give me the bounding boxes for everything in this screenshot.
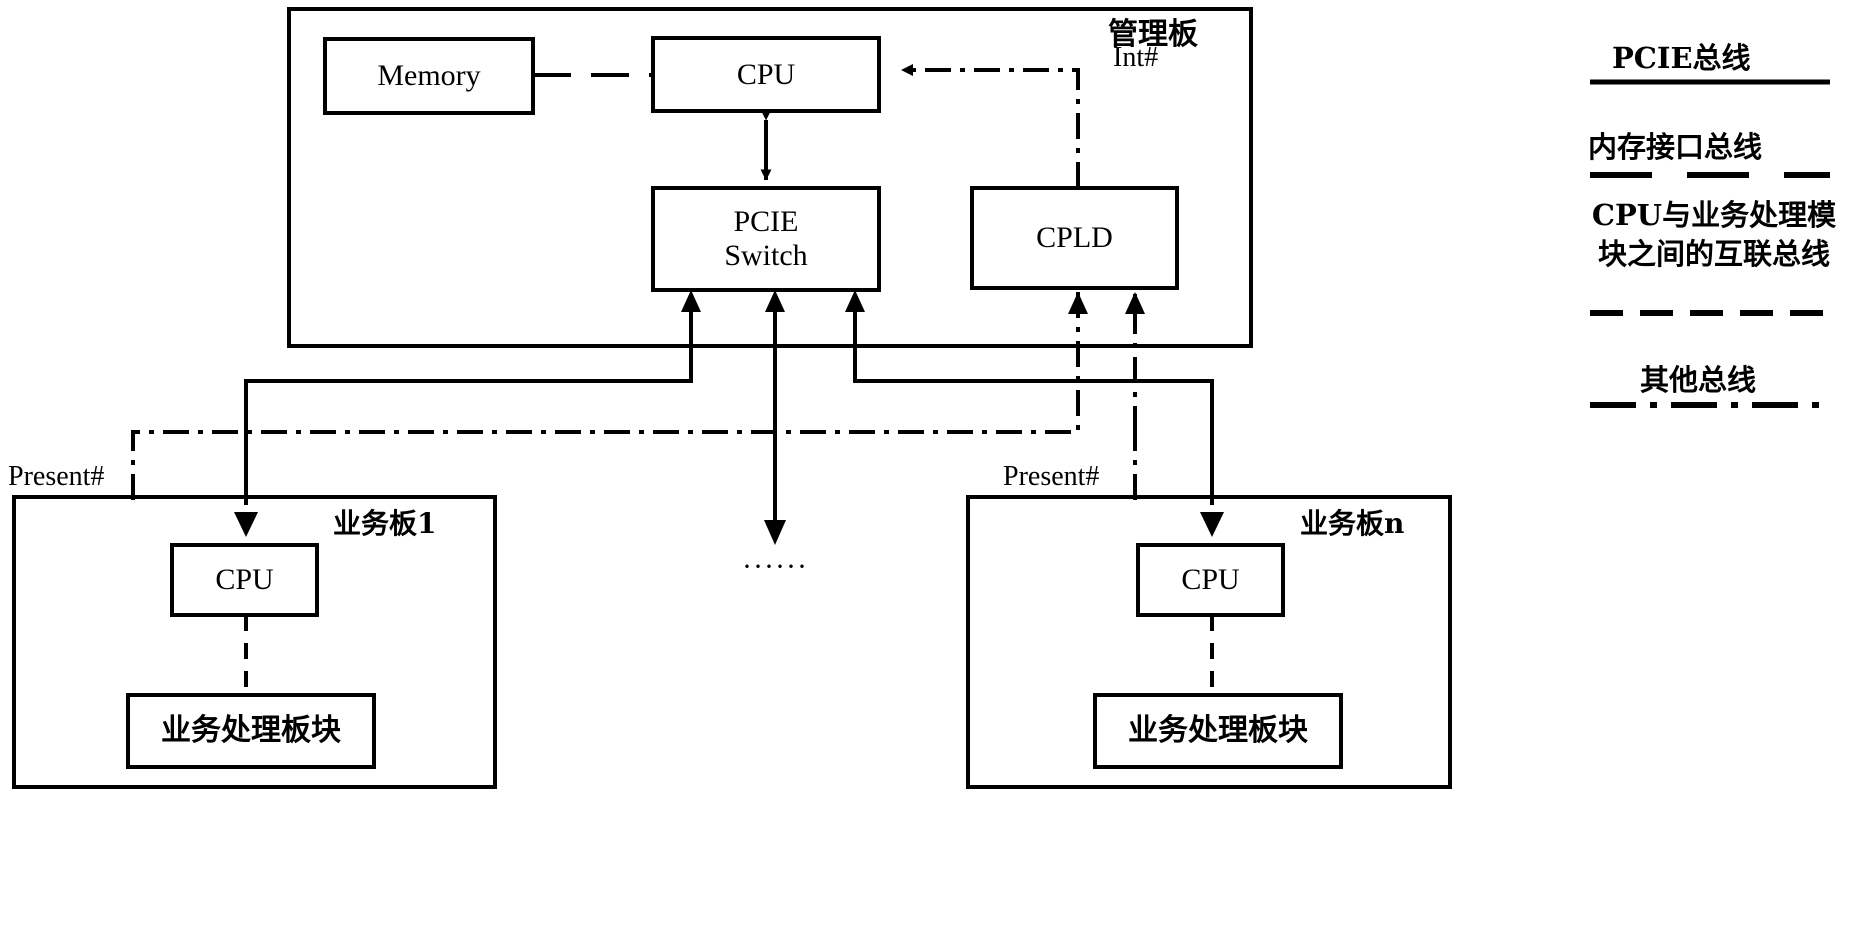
memory-box-label: Memory	[377, 59, 481, 93]
pcie-arrow-into-switch-1	[681, 290, 701, 312]
legend-label-pcie: PCIE总线	[1612, 41, 1751, 75]
pcie-arrow-into-board1-cpu	[234, 512, 258, 537]
pcie-switch-label: PCIE Switch	[724, 205, 808, 272]
legend-label-interconnect: CPU与业务处理模 块之间的互联总线	[1591, 198, 1837, 272]
service-board-n-cpu-label: CPU	[1181, 563, 1240, 597]
pcie-link-board1-route	[244, 298, 693, 505]
legend-label-memory: 内存接口总线	[1588, 130, 1763, 164]
management-cpu-label: CPU	[736, 57, 796, 91]
int-signal-line	[901, 64, 1080, 188]
cpld-label: CPLD	[1036, 221, 1113, 255]
service-board-1-module-label: 业务处理板块	[161, 713, 341, 749]
present-arrow-into-cpld-1	[1068, 292, 1088, 314]
pcie-arrow-middle-down	[764, 520, 786, 545]
present-bus-board1	[131, 288, 1080, 500]
service-board-n-label: 业务板n	[1300, 507, 1405, 540]
service-board-n-module-label: 业务处理板块	[1128, 713, 1308, 749]
legend-label-other: 其他总线	[1640, 363, 1757, 397]
diagram-canvas: 管理板 Memory CPU Int# PCIE Switch CPLD Pre…	[0, 0, 1871, 951]
service-board-1-cpu-label: CPU	[215, 563, 274, 597]
interrupt-signal-label: Int#	[1113, 42, 1159, 73]
pcie-arrow-into-switch-3	[845, 290, 865, 312]
pcie-arrow-into-boardn-cpu	[1200, 512, 1224, 537]
present-arrow-into-cpld-2	[1125, 292, 1145, 314]
service-board-1-label: 业务板1	[333, 507, 437, 540]
pcie-arrow-into-switch-2	[765, 290, 785, 312]
service-board-1-present-label: Present#	[8, 461, 105, 492]
boards-ellipsis: ······	[742, 550, 808, 583]
service-board-n-present-label: Present#	[1003, 461, 1100, 492]
